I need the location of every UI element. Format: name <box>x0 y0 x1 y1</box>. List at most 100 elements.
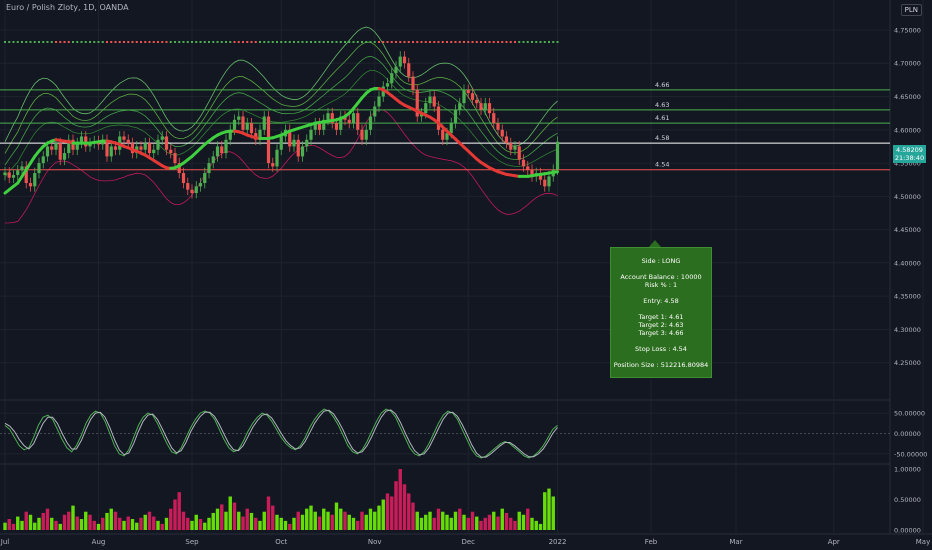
signal-dot <box>403 41 406 43</box>
x-tick-label: Mar <box>729 538 742 546</box>
signal-dot <box>382 41 385 43</box>
signal-dot <box>297 41 300 43</box>
candle-body <box>394 66 398 74</box>
signal-dot <box>127 41 130 43</box>
signal-dot <box>412 41 414 43</box>
volume-bar <box>194 514 198 530</box>
signal-dot <box>458 41 461 43</box>
volume-bar <box>394 481 398 530</box>
signal-dot <box>110 41 113 43</box>
candle-body <box>84 136 88 147</box>
candle-body <box>58 143 62 160</box>
x-tick-label: Sep <box>185 538 199 546</box>
volume-bar <box>309 505 313 530</box>
signal-dot <box>407 41 410 43</box>
currency-label[interactable]: PLN <box>900 4 922 16</box>
volume-bar <box>496 516 500 530</box>
signal-dot <box>80 41 83 43</box>
candle-body <box>147 143 152 154</box>
candle-body <box>194 186 198 194</box>
panel-side: Side : LONG <box>641 257 681 265</box>
level-label: 4.66 <box>655 81 669 89</box>
signal-dot <box>267 41 270 43</box>
signal-dot <box>203 41 206 43</box>
volume-bar <box>37 517 41 530</box>
volume-bar <box>313 511 317 530</box>
candle-body <box>500 129 504 137</box>
signal-dot <box>446 41 448 43</box>
volume-bar <box>368 508 373 530</box>
signal-dot <box>84 41 87 43</box>
volume-bar <box>517 511 521 530</box>
signal-dot <box>552 41 555 43</box>
y-tick-label: 4.50000 <box>894 193 921 201</box>
candle-body <box>126 139 130 144</box>
symbol-title[interactable]: Euro / Polish Zloty, 1D, OANDA <box>6 3 129 12</box>
signal-dot <box>424 41 427 43</box>
signal-dot <box>318 41 321 43</box>
candle-body <box>407 63 411 77</box>
signal-dot <box>242 41 244 43</box>
volume-bar <box>322 508 326 530</box>
volume-bar <box>317 516 322 530</box>
volume-bar <box>92 520 96 530</box>
candle-body <box>37 163 41 174</box>
volume-bar <box>419 517 424 530</box>
signal-dot <box>514 41 516 43</box>
candle-body <box>164 136 169 150</box>
candle-body <box>241 116 245 130</box>
candle-body <box>181 173 186 184</box>
panel-position-size: Position Size : 512216.80984 <box>613 361 709 369</box>
signal-dot <box>505 41 508 43</box>
volume-bar <box>509 517 513 530</box>
volume-bar <box>11 523 16 530</box>
candle-body <box>232 119 237 130</box>
x-tick-label: 2022 <box>549 538 567 546</box>
volume-bar <box>305 508 309 530</box>
volume-bar <box>164 517 169 530</box>
candle-body <box>50 146 54 150</box>
signal-dot <box>293 41 295 43</box>
signal-dot <box>322 41 325 43</box>
volume-bar <box>101 517 105 530</box>
vol-y-tick-label: 0.00000 <box>894 527 921 535</box>
candle-body <box>513 146 517 150</box>
volume-bar <box>262 511 266 530</box>
volume-bar <box>7 519 11 530</box>
candle-body <box>28 183 33 187</box>
volume-bar <box>543 492 547 530</box>
signal-dot <box>59 41 62 43</box>
signal-dot <box>16 41 19 43</box>
volume-bar <box>343 511 347 530</box>
volume-bar <box>71 505 75 530</box>
signal-dot <box>263 41 266 43</box>
signal-dot <box>369 41 372 43</box>
candle-body <box>462 89 466 104</box>
chart-stage[interactable]: JulAugSepOctNovDec2022FebMarAprMayJun4.7… <box>0 0 932 550</box>
signal-dot <box>399 41 402 43</box>
volume-bar <box>466 517 470 530</box>
volume-bar <box>492 511 496 530</box>
volume-bar <box>526 508 530 530</box>
volume-bar <box>470 511 475 530</box>
chart-canvas[interactable]: JulAugSepOctNovDec2022FebMarAprMayJun4.7… <box>0 0 932 550</box>
candle-body <box>521 159 526 167</box>
signal-dot <box>361 41 363 43</box>
volume-bar <box>513 520 517 530</box>
y-tick-label: 4.35000 <box>894 293 921 301</box>
volume-bar <box>177 492 181 530</box>
x-tick-label: Dec <box>461 538 475 546</box>
panel-target-2: Target 2: 4.63 <box>638 321 684 329</box>
x-tick-label: Apr <box>828 538 840 546</box>
signal-dot <box>259 41 261 43</box>
x-tick-label: Feb <box>645 538 658 546</box>
signal-dot <box>220 41 223 43</box>
signal-dot <box>467 41 470 43</box>
volume-bar <box>445 514 449 530</box>
signal-dot <box>114 41 117 43</box>
candle-body <box>334 123 339 130</box>
volume-bar <box>232 502 237 530</box>
signal-dot <box>225 41 227 43</box>
candle-body <box>292 139 296 147</box>
volume-bar <box>122 520 126 530</box>
